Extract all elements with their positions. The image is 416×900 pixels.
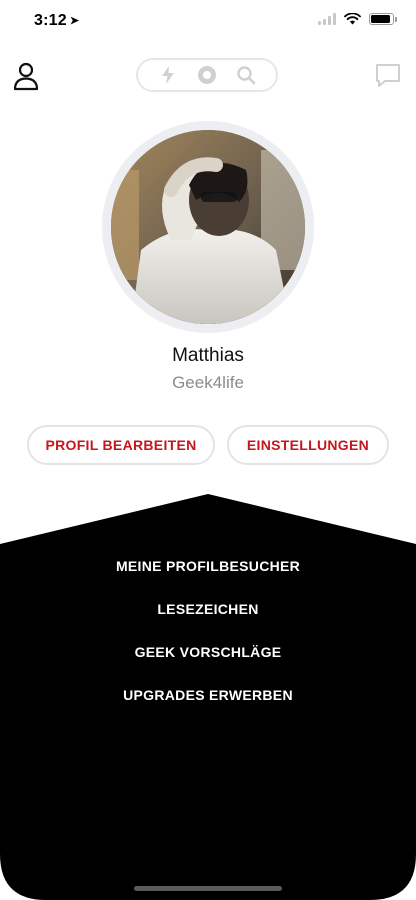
avatar[interactable] bbox=[111, 130, 305, 324]
status-icons bbox=[318, 13, 397, 25]
menu-item-profile-visitors[interactable]: MEINE PROFILBESUCHER bbox=[0, 554, 416, 597]
status-bar: 3:12 ➤ bbox=[0, 0, 416, 44]
home-indicator[interactable] bbox=[134, 886, 282, 891]
search-icon bbox=[237, 66, 256, 85]
profile-name: Matthias bbox=[172, 345, 244, 366]
status-time: 3:12 ➤ bbox=[34, 12, 79, 30]
battery-icon bbox=[369, 13, 397, 25]
avatar-frame bbox=[102, 121, 314, 333]
edit-profile-button[interactable]: PROFIL BEARBEITEN bbox=[27, 425, 215, 465]
bottom-menu-panel: MEINE PROFILBESUCHER LESEZEICHEN GEEK VO… bbox=[0, 494, 416, 900]
menu-item-bookmarks[interactable]: LESEZEICHEN bbox=[0, 597, 416, 640]
segment-record[interactable] bbox=[193, 61, 221, 89]
profile-button[interactable] bbox=[12, 60, 42, 92]
profile-username: Geek4life bbox=[172, 373, 244, 392]
segment-lightning[interactable] bbox=[154, 61, 182, 89]
menu-item-geek-suggestions[interactable]: GEEK VORSCHLÄGE bbox=[0, 640, 416, 683]
profile-menu: MEINE PROFILBESUCHER LESEZEICHEN GEEK VO… bbox=[0, 554, 416, 726]
person-icon bbox=[13, 62, 39, 91]
location-arrow-icon: ➤ bbox=[69, 15, 80, 27]
profile-actions: PROFIL BEARBEITEN EINSTELLUNGEN bbox=[27, 425, 389, 465]
lightning-icon bbox=[161, 66, 174, 84]
wifi-icon bbox=[344, 13, 361, 25]
chat-button[interactable] bbox=[374, 62, 402, 90]
chat-bubble-icon bbox=[376, 64, 400, 87]
mode-switcher bbox=[136, 58, 278, 92]
cellular-signal-icon bbox=[318, 13, 336, 25]
segment-search[interactable] bbox=[232, 61, 260, 89]
record-circle-icon bbox=[197, 66, 216, 84]
top-navigation bbox=[0, 56, 416, 96]
menu-item-upgrades[interactable]: UPGRADES ERWERBEN bbox=[0, 683, 416, 726]
profile-photo bbox=[111, 130, 305, 324]
settings-button[interactable]: EINSTELLUNGEN bbox=[227, 425, 389, 465]
battery-fill bbox=[371, 15, 390, 23]
status-time-text: 3:12 bbox=[34, 12, 67, 29]
